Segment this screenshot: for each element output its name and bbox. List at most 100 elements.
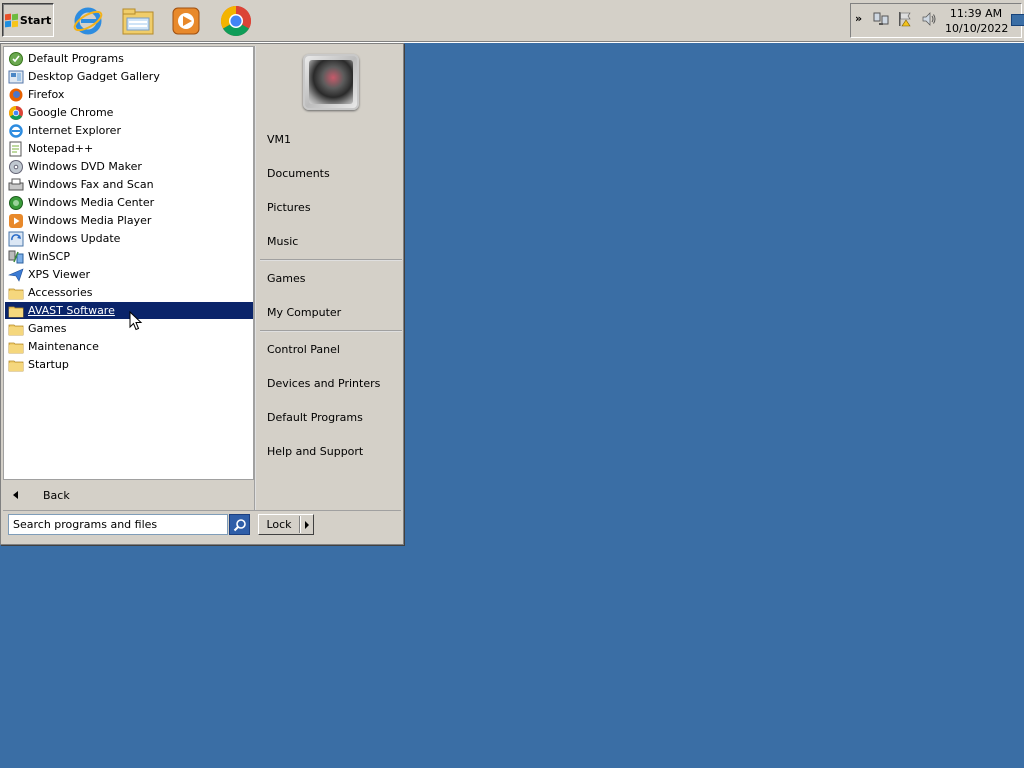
clock-date: 10/10/2022 (945, 22, 1009, 35)
program-item-label: AVAST Software (28, 304, 115, 317)
place-link[interactable]: My Computer (267, 303, 341, 321)
places-separator (260, 330, 402, 332)
place-link[interactable]: VM1 (267, 130, 291, 148)
place-link-label: VM1 (267, 132, 292, 146)
place-link[interactable]: Default Programs (267, 408, 363, 426)
start-button[interactable]: Start (2, 3, 54, 37)
program-item[interactable]: Windows DVD Maker (5, 158, 253, 175)
media-center-icon (8, 195, 24, 211)
search-button[interactable] (229, 514, 250, 535)
user-avatar[interactable] (303, 54, 359, 110)
program-item[interactable]: Windows Fax and Scan (5, 176, 253, 193)
back-label: Back (43, 488, 70, 502)
place-link-label: My Computer (267, 305, 342, 319)
program-item[interactable]: Google Chrome (5, 104, 253, 121)
lock-button[interactable]: Lock (258, 514, 314, 535)
program-item[interactable]: WinSCP (5, 248, 253, 265)
volume-icon[interactable] (921, 11, 937, 27)
place-link-label: Pictures (267, 200, 311, 214)
program-item[interactable]: XPS Viewer (5, 266, 253, 283)
windows-update-icon (8, 231, 24, 247)
program-item-label: Games (28, 322, 67, 335)
program-item[interactable]: Windows Media Center (5, 194, 253, 211)
winscp-icon (8, 249, 24, 265)
places-separator (260, 259, 402, 261)
dvd-maker-icon (8, 159, 24, 175)
program-item[interactable]: Windows Update (5, 230, 253, 247)
pane-divider (254, 46, 256, 510)
internet-explorer-icon (8, 123, 24, 139)
program-item[interactable]: Desktop Gadget Gallery (5, 68, 253, 85)
bottom-divider (3, 510, 401, 511)
place-link-label: Control Panel (267, 342, 340, 356)
program-item-label: Maintenance (28, 340, 99, 353)
program-item-label: Accessories (28, 286, 93, 299)
action-center-flag-icon[interactable] (897, 11, 913, 27)
mouse-cursor-icon (129, 311, 143, 331)
system-tray: » 11:39 AM 10/10/2022 (850, 3, 1024, 38)
program-item[interactable]: Internet Explorer (5, 122, 253, 139)
place-link-label: Documents (267, 166, 330, 180)
search-programs-input[interactable] (8, 514, 228, 535)
folder-icon (8, 285, 24, 301)
place-link[interactable]: Help and Support (267, 442, 363, 460)
windows-media-player-icon[interactable] (168, 3, 204, 39)
program-item-label: Windows Media Player (28, 214, 152, 227)
program-item-label: Windows Update (28, 232, 121, 245)
place-link[interactable]: Pictures (267, 198, 311, 216)
program-item[interactable]: Accessories (5, 284, 253, 301)
place-link-label: Devices and Printers (267, 376, 381, 390)
folder-icon (8, 357, 24, 373)
program-item[interactable]: Default Programs (5, 50, 253, 67)
back-button[interactable]: Back (3, 480, 254, 510)
lock-split-divider (299, 516, 301, 533)
internet-explorer-icon[interactable] (70, 3, 106, 39)
program-item-label: Internet Explorer (28, 124, 121, 137)
folder-icon (8, 303, 24, 319)
chrome-icon (8, 105, 24, 121)
gadget-gallery-icon (8, 69, 24, 85)
program-item-label: Google Chrome (28, 106, 114, 119)
network-icon[interactable] (873, 11, 889, 27)
place-link[interactable]: Games (267, 269, 305, 287)
clock[interactable]: 11:39 AM 10/10/2022 (945, 6, 1009, 36)
program-item[interactable]: Startup (5, 356, 253, 373)
all-programs-list: Default Programs Desktop Gadget Gallery Fi… (3, 46, 254, 480)
place-link[interactable]: Control Panel (267, 340, 340, 358)
program-item-label: Windows Fax and Scan (28, 178, 154, 191)
google-chrome-icon[interactable] (218, 3, 254, 39)
notepad-plus-plus-icon (8, 141, 24, 157)
program-item-label: Windows Media Center (28, 196, 155, 209)
taskbar: Start » 11:39 AM 10/10/2022 (0, 0, 1024, 43)
folder-icon (8, 321, 24, 337)
user-picture (309, 60, 353, 104)
place-link-label: Games (267, 271, 306, 285)
program-item-label: Windows DVD Maker (28, 160, 142, 173)
fax-scan-icon (8, 177, 24, 193)
windows-explorer-icon[interactable] (120, 3, 156, 39)
search-icon (233, 518, 246, 531)
start-label: Start (19, 13, 52, 27)
lock-label: Lock (266, 518, 292, 531)
program-item[interactable]: Windows Media Player (5, 212, 253, 229)
place-link[interactable]: Music (267, 232, 298, 250)
show-hidden-icons-icon[interactable]: » (855, 12, 862, 25)
xps-viewer-icon (8, 267, 24, 283)
folder-icon (8, 339, 24, 355)
firefox-icon (8, 87, 24, 103)
place-link-label: Default Programs (267, 410, 363, 424)
program-item-label: WinSCP (28, 250, 70, 263)
start-menu: Default Programs Desktop Gadget Gallery Fi… (0, 43, 404, 545)
program-item[interactable]: Firefox (5, 86, 253, 103)
program-item[interactable]: Notepad++ (5, 140, 253, 157)
lock-options-arrow-icon[interactable] (305, 520, 309, 529)
program-item-label: Default Programs (28, 52, 124, 65)
default-programs-icon (8, 51, 24, 67)
program-item[interactable]: Maintenance (5, 338, 253, 355)
back-arrow-icon (13, 491, 18, 499)
place-link[interactable]: Devices and Printers (267, 374, 380, 392)
show-desktop-button[interactable] (1011, 14, 1024, 26)
place-link-label: Help and Support (267, 444, 364, 458)
place-link[interactable]: Documents (267, 164, 330, 182)
program-item-label: XPS Viewer (28, 268, 91, 281)
